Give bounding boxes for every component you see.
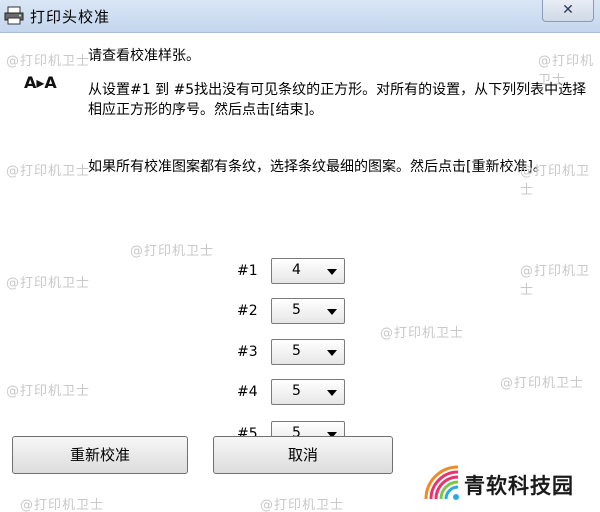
setting-4-select[interactable]: 5 [271,379,345,405]
setting-label: #4 [237,384,258,400]
print-head-alignment-window: 打印头校准 ✕ 请查看校准样张。 A▸A 从设置#1 到 #5找出没有可见条纹的… [0,0,600,512]
alignment-icon: A▸A [24,73,74,95]
title-bar: 打印头校准 ✕ [0,0,600,33]
close-button[interactable]: ✕ [542,0,594,22]
chevron-down-icon [327,269,337,275]
select-value: 4 [292,262,301,278]
brand-name: 青软科技园 [464,474,574,498]
stripes-instruction-text: 如果所有校准图案都有条纹，选择条纹最细的图案。然后点击[重新校准]。 [88,159,547,175]
cancel-button[interactable]: 取消 [213,436,393,474]
wifi-fan-logo-icon [424,465,459,500]
printer-icon [4,6,24,25]
chevron-down-icon [327,309,337,315]
instruction-text: 从设置#1 到 #5找出没有可见条纹的正方形。对所有的设置，从下列列表中选择相应… [88,82,587,118]
chevron-down-icon [327,350,337,356]
window-title: 打印头校准 [30,8,111,26]
setting-label: #3 [237,344,258,360]
select-value: 5 [292,343,301,359]
chevron-down-icon [327,390,337,396]
close-icon: ✕ [562,2,574,18]
setting-1-select[interactable]: 4 [271,258,345,284]
recalibrate-button[interactable]: 重新校准 [12,436,188,474]
brand-badge: 青软科技园 [418,458,600,512]
setting-label: #2 [237,303,258,319]
alignment-icon-label: A▸A [24,73,57,92]
setting-3-select[interactable]: 5 [271,339,345,365]
intro-text: 请查看校准样张。 [88,48,200,64]
setting-label: #1 [237,263,258,279]
select-value: 5 [292,383,301,399]
select-value: 5 [292,302,301,318]
setting-2-select[interactable]: 5 [271,298,345,324]
